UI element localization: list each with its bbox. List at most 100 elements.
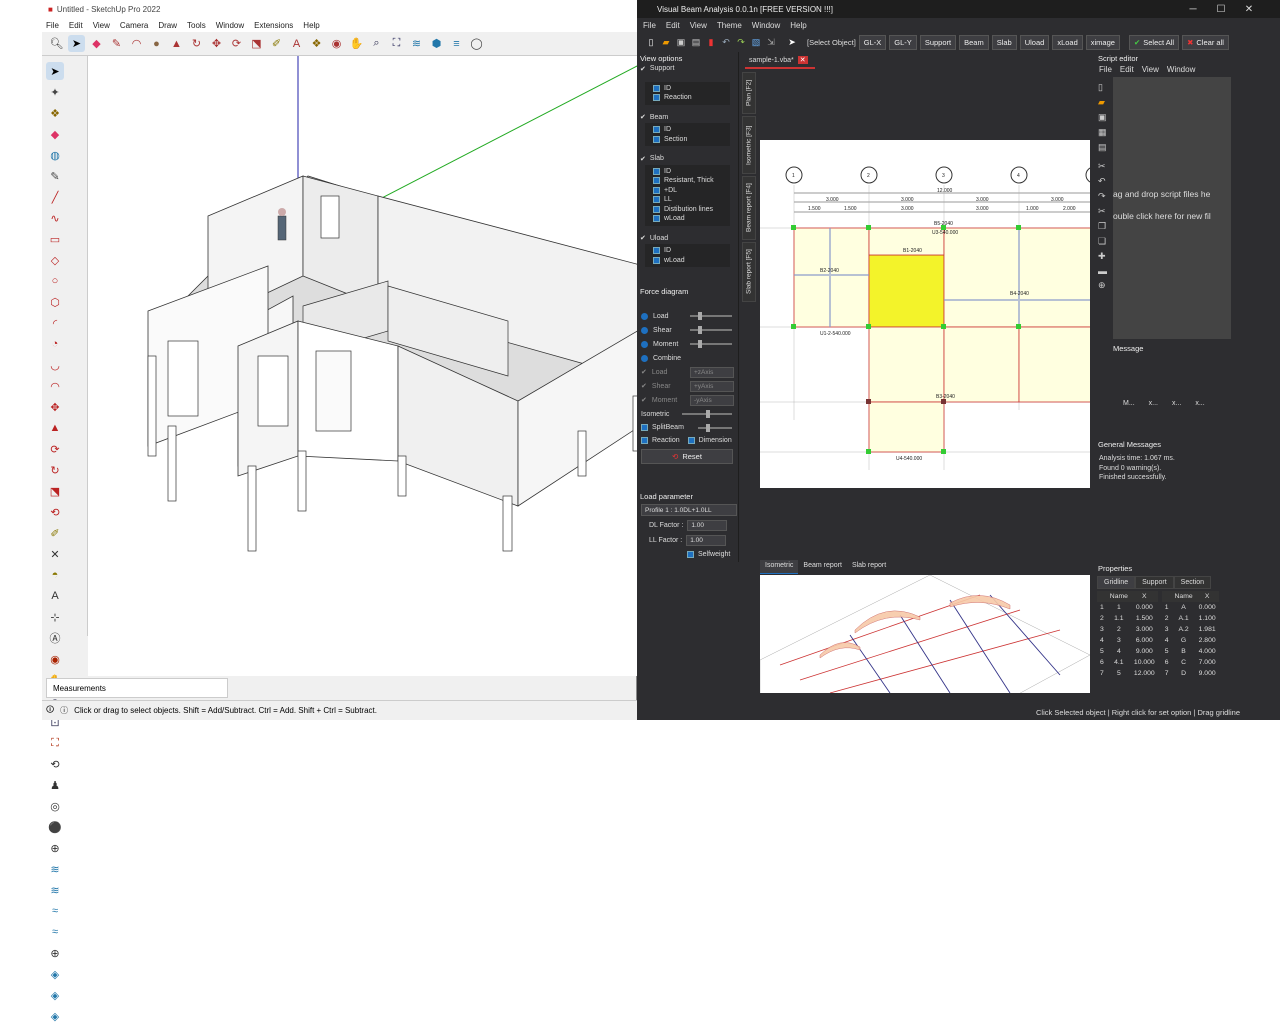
pdf-icon[interactable]: ▮	[705, 36, 717, 48]
tab-section[interactable]: Section	[1173, 576, 1212, 589]
paint-icon[interactable]: ❖	[308, 35, 325, 52]
image-icon[interactable]: ▧	[750, 36, 762, 48]
table-row[interactable]: 6 C 7.000	[1162, 657, 1219, 668]
table-row[interactable]: 5 4 9.000	[1097, 646, 1158, 657]
xload-button[interactable]: xLoad	[1052, 34, 1083, 50]
vba-menu-theme[interactable]: Theme	[717, 21, 742, 30]
option-ll[interactable]: LL	[653, 195, 728, 205]
ll-factor-input[interactable]: 1.00	[686, 535, 727, 546]
option-resistant[interactable]: Resistant, Thick	[653, 176, 728, 186]
rectangle-icon[interactable]: ▭	[46, 230, 64, 248]
orbit-icon[interactable]: ◉	[328, 35, 345, 52]
support-group[interactable]: ✔ Support	[637, 64, 738, 74]
follow-me-icon[interactable]: ↻	[188, 35, 205, 52]
tape-tool-icon[interactable]: ✐	[46, 524, 64, 542]
circle-icon[interactable]: ○	[46, 272, 64, 290]
se-print-icon[interactable]: ▤	[1098, 142, 1110, 153]
option-slab-wload[interactable]: wLoad	[653, 214, 728, 224]
selfweight-row[interactable]: Selfweight	[637, 548, 738, 561]
scale-tool-icon[interactable]: ⬔	[46, 482, 64, 500]
followme-tool-icon[interactable]: ↻	[46, 461, 64, 479]
su-menu-extensions[interactable]: Extensions	[254, 21, 293, 30]
sandbox4-icon[interactable]: ≈	[46, 923, 64, 941]
extension-b-icon[interactable]: ◈	[46, 986, 64, 1004]
previous-icon[interactable]: ⟲	[46, 755, 64, 773]
vba-menu-help[interactable]: Help	[790, 21, 806, 30]
sandbox3-icon[interactable]: ≈	[46, 902, 64, 920]
se-plus-icon[interactable]: ✚	[1098, 251, 1110, 262]
tape-icon[interactable]: ✐	[268, 35, 285, 52]
tab-gridline[interactable]: Gridline	[1097, 576, 1136, 589]
su-menu-help[interactable]: Help	[303, 21, 319, 30]
option-support-id[interactable]: ID	[653, 84, 728, 94]
select-tool-icon[interactable]: ➤	[68, 35, 85, 52]
pointer-icon[interactable]: ➤	[786, 36, 798, 48]
message-col[interactable]: M...	[1123, 400, 1135, 407]
ximage-button[interactable]: ximage	[1085, 34, 1120, 50]
table-row[interactable]: 7 5 12.000	[1097, 668, 1158, 679]
uload-group[interactable]: ✔ Uload	[637, 234, 738, 244]
table-row[interactable]: 2 A.1 1.100	[1162, 613, 1219, 624]
zoom-extents-icon[interactable]: ⛶	[388, 35, 405, 52]
option-slab-id[interactable]: ID	[653, 167, 728, 177]
se-minus-icon[interactable]: ▬	[1098, 266, 1110, 276]
splitbeam-slider[interactable]	[698, 423, 732, 432]
vba-menu-window[interactable]: Window	[752, 21, 780, 30]
slab-button[interactable]: Slab	[991, 34, 1017, 50]
tab-bottom-isometric[interactable]: Isometric	[760, 560, 799, 574]
new-file-icon[interactable]: ▯	[645, 36, 657, 48]
slab-group[interactable]: ✔ Slab	[637, 154, 738, 164]
su-menu-camera[interactable]: Camera	[120, 21, 148, 30]
option-reaction[interactable]: Reaction	[653, 93, 728, 103]
option-section[interactable]: Section	[653, 135, 728, 145]
tab-slab-report[interactable]: Slab report [F5]	[742, 242, 756, 302]
zoom-tool-icon[interactable]: ⌕	[368, 35, 385, 52]
move-tool-icon[interactable]: ✥	[46, 398, 64, 416]
table-row[interactable]: 5 B 4.000	[1162, 646, 1219, 657]
pencil-icon[interactable]: ✎	[108, 35, 125, 52]
se-open-icon[interactable]: ▰	[1098, 97, 1110, 108]
isometric-slider[interactable]	[682, 410, 732, 418]
move-icon[interactable]: ✥	[208, 35, 225, 52]
document-tab[interactable]: sample-1.vba* ✕	[745, 53, 815, 69]
load-axis-select[interactable]: +zAxis	[690, 366, 734, 378]
text-icon[interactable]: A	[288, 35, 305, 52]
extension-c-icon[interactable]: ◈	[46, 1007, 64, 1025]
table-row[interactable]: 2 1.1 1.500	[1097, 613, 1158, 624]
profile-select[interactable]: Profile 1 : 1.0DL+1.0LL	[641, 504, 737, 516]
table-row[interactable]: 7 D 9.000	[1162, 668, 1219, 679]
option-dl[interactable]: +DL	[653, 186, 728, 196]
tab-bottom-beam-report[interactable]: Beam report	[798, 560, 847, 574]
isometric-view[interactable]	[760, 575, 1090, 693]
component-icon[interactable]: ✦	[46, 83, 64, 101]
option-beam-id[interactable]: ID	[653, 125, 728, 135]
freehand-icon[interactable]: ∿	[46, 209, 64, 227]
force-combine[interactable]: Combine	[641, 351, 738, 365]
dimension-icon[interactable]: ✕	[46, 545, 64, 563]
se-copy-icon[interactable]: ❐	[1098, 221, 1110, 232]
shape-icon[interactable]: ●	[148, 35, 165, 52]
force-moment[interactable]: Moment	[641, 337, 738, 351]
tab-bottom-slab-report[interactable]: Slab report	[847, 560, 891, 574]
sketchup-viewport[interactable]	[88, 56, 637, 676]
dimension-checkbox[interactable]	[687, 437, 695, 444]
measurements-box[interactable]: Measurements	[46, 678, 228, 698]
pan-icon[interactable]: ✋	[348, 35, 365, 52]
tag-icon[interactable]: ✎	[46, 167, 64, 185]
offset-icon[interactable]: ⟲	[46, 503, 64, 521]
table-row[interactable]: 1 A 0.000	[1162, 602, 1219, 613]
reset-button[interactable]: ⟲ Reset	[641, 449, 733, 464]
axes-icon[interactable]: ⊹	[46, 608, 64, 626]
tab-isometric[interactable]: Isometric [F3]	[742, 116, 756, 174]
arc2-icon[interactable]: ◠	[46, 377, 64, 395]
position-camera-icon[interactable]: ♟	[46, 776, 64, 794]
su-menu-file[interactable]: File	[46, 21, 59, 30]
moment-slider[interactable]	[690, 340, 732, 348]
se-menu-view[interactable]: View	[1142, 65, 1159, 74]
zoom-icon[interactable]: 🔍︎	[48, 35, 65, 52]
user-icon[interactable]: ◯	[468, 35, 485, 52]
message-col[interactable]: x...	[1195, 400, 1204, 407]
undo-icon[interactable]: ↶	[720, 36, 732, 48]
select-icon[interactable]: ➤	[46, 62, 64, 80]
layout-icon[interactable]: ≡	[448, 35, 465, 52]
